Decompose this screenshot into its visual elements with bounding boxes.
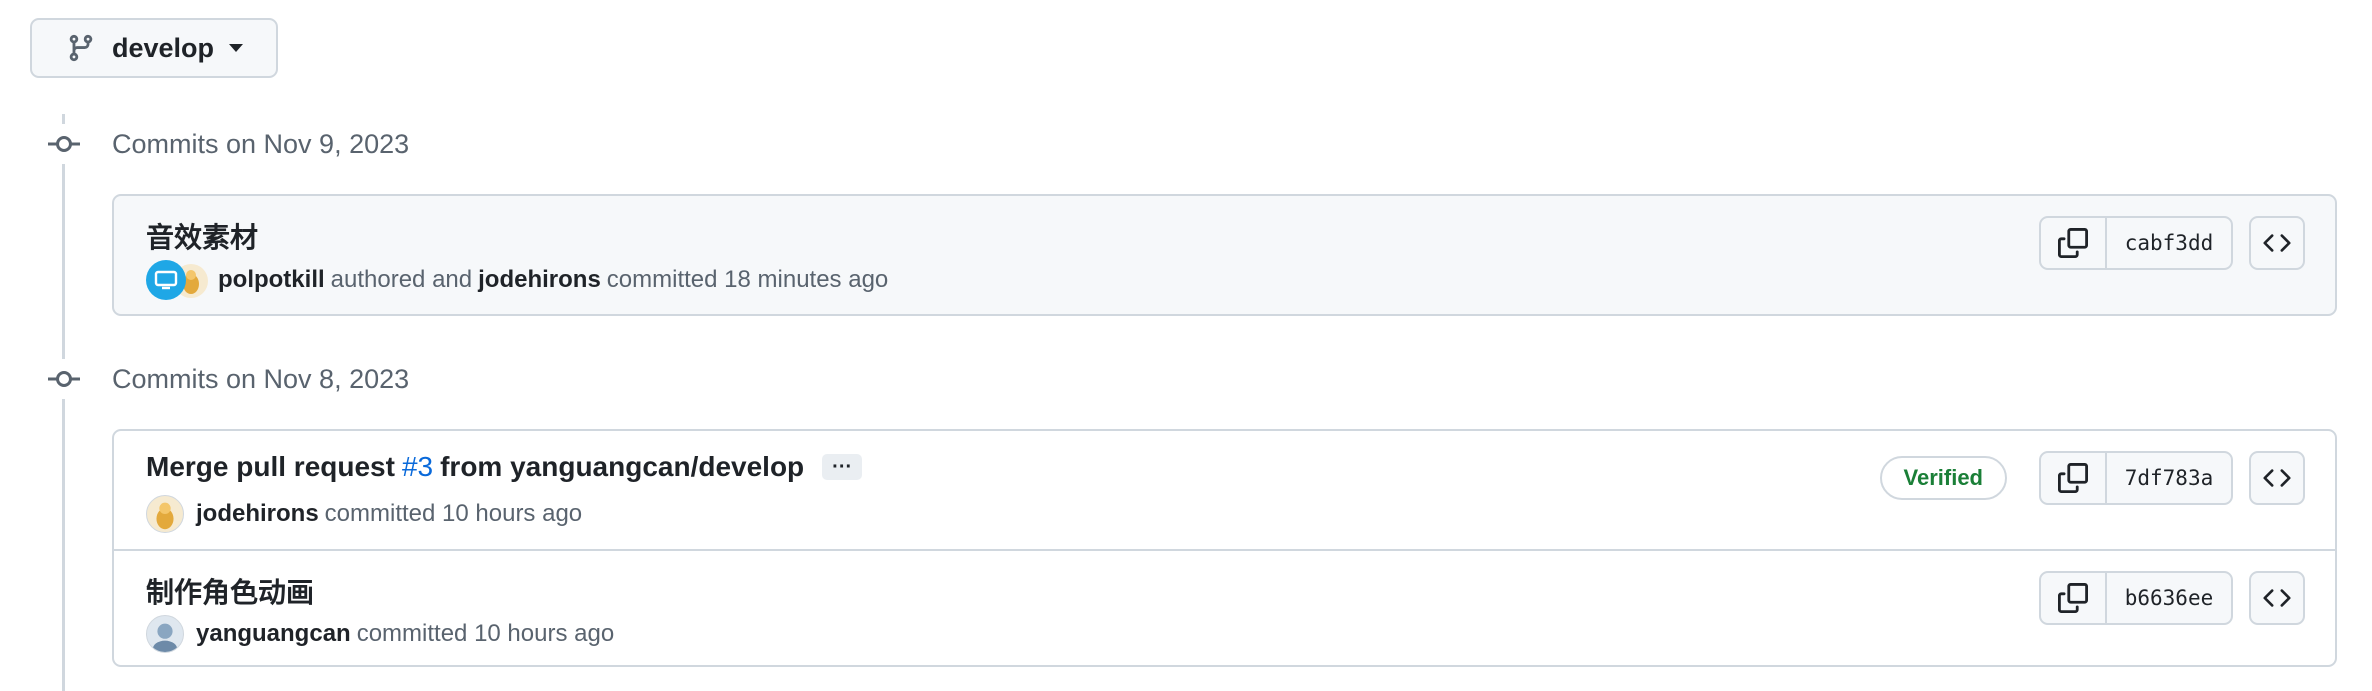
copy-icon <box>2058 228 2088 258</box>
git-branch-icon <box>66 33 96 63</box>
committer-link[interactable]: jodehirons <box>196 500 319 528</box>
commit-row: Merge pull request #3 from yanguangcan/d… <box>114 431 2335 549</box>
commit-row: 制作角色动画 yanguangcan committed 10 hours ag… <box>114 549 2335 665</box>
commit-sha-link[interactable]: b6636ee <box>2107 573 2231 623</box>
avatar-polpotkill[interactable] <box>146 260 186 300</box>
committed-text: committed 10 hours ago <box>356 620 615 647</box>
commit-title-link[interactable]: 音效素材 <box>146 216 258 256</box>
branch-selector-button[interactable]: develop <box>30 18 278 78</box>
caret-down-icon <box>228 43 244 53</box>
copy-sha-button[interactable] <box>2041 573 2107 623</box>
copy-sha-button[interactable] <box>2041 218 2107 268</box>
branch-name: develop <box>112 32 215 63</box>
code-icon <box>2263 589 2291 607</box>
commit-meta: polpotkill authored and jodehirons commi… <box>146 260 894 300</box>
browse-repo-button[interactable] <box>2249 451 2305 505</box>
commit-group-header: Commits on Nov 8, 2023 <box>44 359 409 399</box>
author-link[interactable]: polpotkill <box>218 266 325 294</box>
browse-repo-button[interactable] <box>2249 571 2305 625</box>
authored-text: authored and <box>330 266 473 293</box>
committed-text: committed 10 hours ago <box>324 500 583 527</box>
committer-link[interactable]: yanguangcan <box>196 620 351 648</box>
code-icon <box>2263 469 2291 487</box>
sha-button-group: cabf3dd <box>2039 216 2233 270</box>
commit-actions: b6636ee <box>2039 571 2305 625</box>
commit-title-link[interactable]: 制作角色动画 <box>146 571 314 611</box>
commit-message-suffix[interactable]: from yanguangcan/develop <box>440 451 804 483</box>
commit-sha-link[interactable]: cabf3dd <box>2107 218 2231 268</box>
committer-link[interactable]: jodehirons <box>478 266 601 294</box>
expand-message-button[interactable]: ··· <box>822 454 863 480</box>
copy-sha-button[interactable] <box>2041 453 2107 503</box>
git-commit-icon <box>44 124 84 164</box>
timeline-line <box>62 114 65 691</box>
commit-message[interactable]: 制作角色动画 <box>146 571 314 611</box>
avatar-jodehirons[interactable] <box>146 495 184 533</box>
committed-text: committed 18 minutes ago <box>606 266 889 293</box>
avatar-stack <box>146 260 208 300</box>
commit-row: 音效素材 polpotkill authored and jodehirons … <box>114 196 2335 314</box>
commit-list: Merge pull request #3 from yanguangcan/d… <box>112 429 2337 667</box>
commit-sha-link[interactable]: 7df783a <box>2107 453 2231 503</box>
code-icon <box>2263 234 2291 252</box>
commit-list: 音效素材 polpotkill authored and jodehirons … <box>112 194 2337 316</box>
sha-button-group: b6636ee <box>2039 571 2233 625</box>
commit-title-link[interactable]: Merge pull request #3 from yanguangcan/d… <box>146 451 863 483</box>
pull-request-link[interactable]: #3 <box>402 451 433 483</box>
group-date-title: Commits on Nov 8, 2023 <box>112 363 410 394</box>
copy-icon <box>2058 583 2088 613</box>
commit-meta: yanguangcan committed 10 hours ago <box>146 615 620 653</box>
commit-actions: Verified 7df783a <box>1879 451 2305 505</box>
group-date-title: Commits on Nov 9, 2023 <box>112 128 410 159</box>
git-commit-icon <box>44 359 84 399</box>
sha-button-group: 7df783a <box>2039 451 2233 505</box>
commit-message-prefix[interactable]: Merge pull request <box>146 451 395 483</box>
verified-badge[interactable]: Verified <box>1879 456 2007 500</box>
commit-message[interactable]: 音效素材 <box>146 216 258 256</box>
copy-icon <box>2058 463 2088 493</box>
avatar-yanguangcan[interactable] <box>146 615 184 653</box>
commit-actions: cabf3dd <box>2039 216 2305 270</box>
commit-group-header: Commits on Nov 9, 2023 <box>44 124 409 164</box>
browse-repo-button[interactable] <box>2249 216 2305 270</box>
commit-meta: jodehirons committed 10 hours ago <box>146 495 588 533</box>
